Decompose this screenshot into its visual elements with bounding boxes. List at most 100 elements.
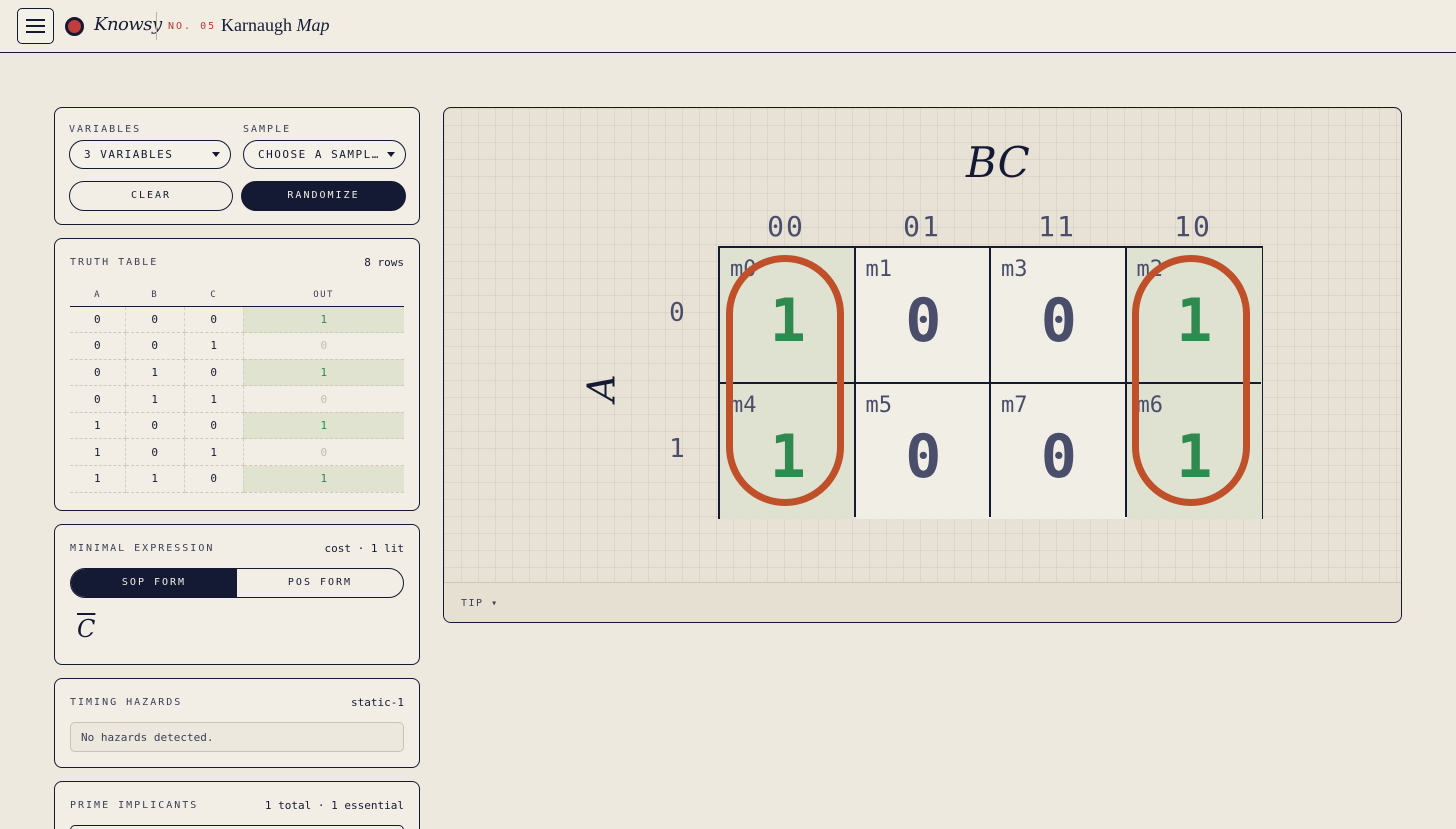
controls-panel: VARIABLES SAMPLE 3 VARIABLES CHOOSE A SA…	[54, 107, 420, 225]
variables-select-value: 3 VARIABLES	[84, 148, 174, 161]
input-cell: 0	[183, 465, 244, 493]
input-cell: 1	[124, 465, 185, 493]
page-title: Karnaugh Map	[221, 15, 329, 36]
input-cell: 0	[124, 438, 185, 467]
prime-implicants-summary: 1 total · 1 essential	[264, 799, 404, 812]
input-cell: 0	[183, 306, 244, 334]
output-cell[interactable]: 0	[242, 438, 404, 467]
cell-value: 0	[1040, 286, 1077, 356]
minimal-expression: C	[77, 615, 96, 643]
sample-label: SAMPLE	[243, 124, 292, 135]
input-cell: 0	[183, 359, 244, 387]
sample-select[interactable]: CHOOSE A SAMPL…	[243, 140, 406, 169]
page-title-plain: Karnaugh	[221, 15, 292, 35]
column-label: 00	[767, 210, 805, 243]
truth-table-title: TRUTH TABLE	[70, 257, 159, 268]
row-variable-label: A	[579, 374, 624, 402]
pos-form-button[interactable]: POS FORM	[237, 569, 403, 597]
column-header: B	[125, 285, 185, 307]
column-variable-label: BC	[966, 138, 1030, 187]
input-cell: 0	[124, 306, 185, 334]
column-header: OUT	[243, 285, 404, 307]
kmap-cell-m1[interactable]: m1 0	[855, 248, 991, 384]
output-cell[interactable]: 1	[242, 412, 404, 440]
input-cell: 0	[70, 359, 126, 387]
brand-name[interactable]: Knowsy	[94, 14, 162, 35]
prime-implicants-title: PRIME IMPLICANTS	[70, 800, 199, 811]
input-cell: 0	[183, 412, 244, 440]
minimal-expression-panel: MINIMAL EXPRESSION cost · 1 lit SOP FORM…	[54, 524, 420, 665]
input-cell: 1	[183, 332, 244, 360]
issue-number: NO. 05	[168, 21, 217, 32]
sop-form-button[interactable]: SOP FORM	[71, 569, 237, 597]
table-row: 1001	[70, 412, 404, 440]
prime-implicant-item[interactable]	[70, 825, 404, 829]
input-cell: 1	[183, 385, 244, 413]
kmap-cell-m5[interactable]: m5 0	[855, 383, 991, 519]
implicant-group-ring[interactable]	[726, 255, 844, 506]
variables-select[interactable]: 3 VARIABLES	[69, 140, 231, 169]
variables-label: VARIABLES	[69, 124, 142, 135]
column-header: C	[184, 285, 244, 307]
cell-value: 0	[905, 286, 942, 356]
chevron-down-icon	[387, 152, 395, 157]
input-cell: 0	[70, 332, 126, 360]
input-cell: 1	[70, 412, 126, 440]
minterm-label: m3	[1001, 257, 1028, 282]
input-cell: 1	[124, 359, 185, 387]
tip-toggle[interactable]: TIP ▾	[444, 582, 1401, 622]
row-label: 0	[669, 298, 685, 328]
prime-implicants-panel: PRIME IMPLICANTS 1 total · 1 essential	[54, 781, 420, 829]
table-row: 0010	[70, 332, 404, 360]
row-label: 1	[669, 434, 685, 464]
page-title-italic: Map	[296, 15, 330, 35]
column-label: 11	[1038, 210, 1076, 243]
clear-button[interactable]: CLEAR	[69, 181, 233, 211]
minterm-label: m7	[1001, 392, 1028, 418]
minimal-expression-title: MINIMAL EXPRESSION	[70, 543, 215, 554]
form-toggle: SOP FORM POS FORM	[70, 568, 404, 598]
timing-hazards-title: TIMING HAZARDS	[70, 697, 183, 708]
output-cell[interactable]: 0	[242, 332, 404, 360]
input-cell: 1	[183, 438, 244, 467]
implicant-group-ring[interactable]	[1132, 255, 1250, 506]
cell-value: 0	[905, 421, 942, 492]
input-cell: 0	[70, 385, 126, 413]
cell-value: 0	[1040, 421, 1077, 492]
hazard-type: static-1	[351, 696, 404, 709]
kmap-stage: BC A 00 01 11 10 0 1 m0 1 m1 0 m3 0 m2 1…	[443, 107, 1402, 623]
truth-table-count: 8 rows	[364, 256, 404, 269]
logo-icon	[65, 17, 84, 36]
expression-cost: cost · 1 lit	[324, 542, 404, 555]
top-bar: Knowsy NO. 05 Karnaugh Map	[0, 0, 1456, 53]
table-row: 1101	[70, 465, 404, 493]
kmap-cell-m7[interactable]: m7 0	[991, 383, 1127, 519]
output-cell[interactable]: 1	[242, 306, 404, 334]
hamburger-menu-icon[interactable]	[17, 8, 54, 44]
randomize-button[interactable]: RANDOMIZE	[241, 181, 406, 211]
timing-hazards-panel: TIMING HAZARDS static-1 No hazards detec…	[54, 678, 420, 768]
input-cell: 0	[124, 412, 185, 440]
minterm-label: m1	[865, 257, 893, 282]
header-divider	[156, 12, 157, 40]
table-row: 0101	[70, 359, 404, 387]
input-cell: 1	[70, 465, 126, 493]
output-cell[interactable]: 1	[242, 359, 404, 387]
kmap-grid: m0 1 m1 0 m3 0 m2 1 m4 1 m5 0 m7 0 m6 1	[718, 246, 1263, 519]
output-cell[interactable]: 1	[242, 465, 404, 493]
input-cell: 1	[124, 385, 185, 413]
column-label: 01	[903, 210, 941, 243]
input-cell: 0	[124, 332, 185, 360]
truth-table-panel: TRUTH TABLE 8 rows A B C OUT 00010010010…	[54, 238, 420, 511]
table-row: 0110	[70, 385, 404, 413]
table-row: 1010	[70, 438, 404, 467]
input-cell: 0	[70, 306, 126, 334]
column-header: A	[70, 285, 126, 307]
input-cell: 1	[70, 438, 126, 467]
column-label: 10	[1174, 210, 1212, 243]
truth-table: A B C OUT 0001001001010110100110101101	[70, 285, 404, 493]
kmap-cell-m3[interactable]: m3 0	[991, 248, 1127, 384]
output-cell[interactable]: 0	[242, 385, 404, 413]
sample-select-value: CHOOSE A SAMPL…	[258, 148, 380, 161]
table-row: 0001	[70, 306, 404, 334]
